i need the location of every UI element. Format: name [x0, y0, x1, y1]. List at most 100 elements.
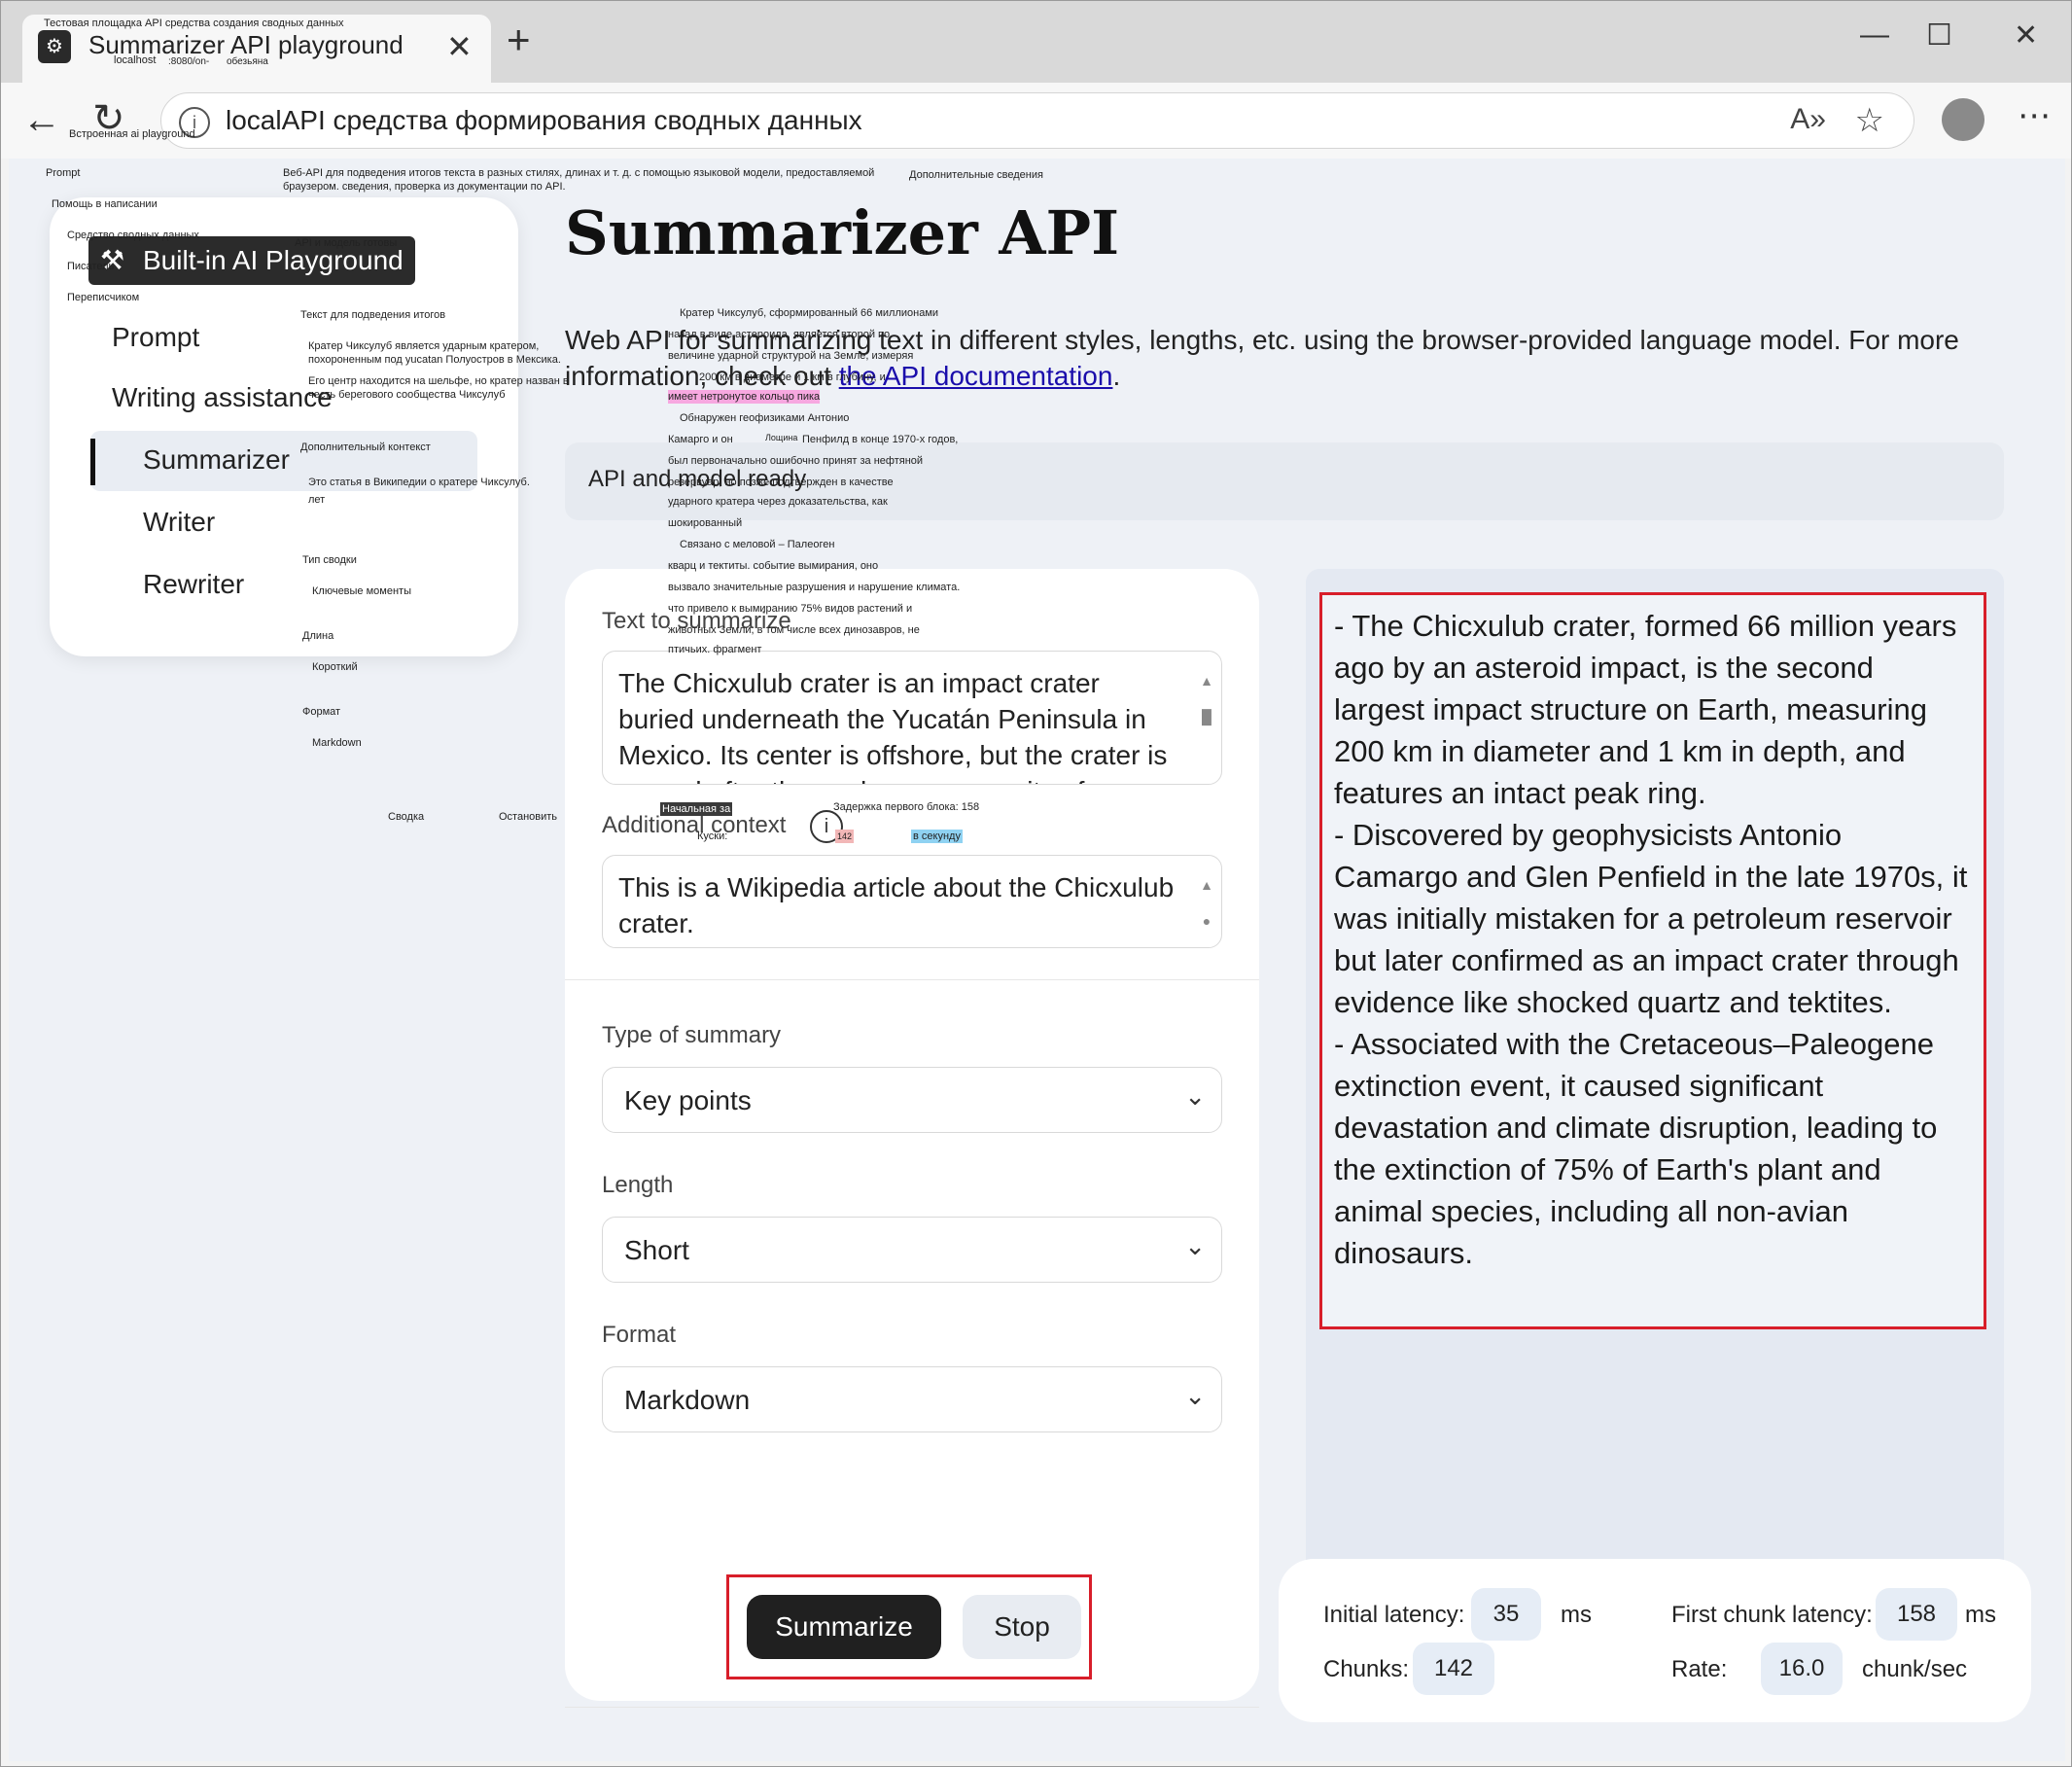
address-text: localAPI средства формирования сводных д…: [226, 105, 862, 135]
annotation-chunks-num: 142: [835, 830, 855, 843]
divider: [565, 979, 1259, 980]
annotation-chunks: Куски:: [697, 830, 728, 842]
close-tab-icon[interactable]: ✕: [446, 28, 473, 65]
annotation-out-ru: величине ударной структурой на Земле, из…: [668, 350, 914, 362]
context-input-value: This is a Wikipedia article about the Ch…: [618, 872, 1175, 938]
sidebar-item-rewriter[interactable]: Rewriter: [143, 569, 244, 600]
type-select[interactable]: Key points ⌄: [602, 1067, 1222, 1133]
annotation-rewriter: Переписчиком: [67, 292, 140, 303]
annotation-out-ru: имеет нетронутое кольцо пика: [668, 390, 821, 404]
annotation-extra-context: Дополнительный контекст: [300, 442, 431, 453]
first-chunk-unit: ms: [1965, 1602, 1996, 1628]
annotation-more-info: Дополнительные сведения: [909, 169, 1043, 181]
annotation-summarize: Сводка: [388, 811, 425, 823]
read-aloud-icon[interactable]: A»: [1790, 103, 1826, 136]
rate-label: Rate:: [1671, 1656, 1728, 1682]
page-viewport: ⚒ Built-in AI Playground Prompt Writing …: [9, 159, 2065, 1761]
sidebar-item-summarizer[interactable]: Summarizer: [143, 444, 290, 476]
annotation-out-ru: назад в виде астероида, является второй …: [668, 329, 891, 340]
stop-button[interactable]: Stop: [963, 1595, 1081, 1659]
annotation-api-ready: API и модель готовы: [295, 237, 398, 249]
new-tab-icon[interactable]: +: [507, 19, 531, 60]
context-scrollbar[interactable]: ▲●▼: [1200, 867, 1213, 947]
annotation-stop: Остановить: [499, 811, 558, 823]
sidebar-item-writing-assistance[interactable]: Writing assistance: [112, 382, 333, 413]
annotation-out-ru: резервуар, но позже подтвержден в качест…: [668, 477, 894, 488]
close-window-icon[interactable]: ✕: [2014, 18, 2038, 53]
back-arrow-icon[interactable]: ←: [22, 98, 61, 142]
annotation-out-ru: шокированный: [668, 517, 743, 529]
sidebar-active-indicator: [90, 439, 95, 485]
actions-divider: [565, 1707, 1259, 1708]
summary-output: - The Chicxulub crater, formed 66 millio…: [1319, 592, 1986, 1329]
annotation-context-ru: Это статья в Википедии о кратере Чиксулу…: [308, 477, 530, 488]
summarize-button[interactable]: Summarize: [747, 1595, 941, 1659]
annotation-writer: Писатель: [67, 261, 115, 272]
annotation-out-ru: Обнаружен геофизиками Антонио: [680, 412, 850, 424]
annotation-out-ru: что привело к вымиранию 75% видов растен…: [668, 603, 913, 615]
annotation-out-ru: птичьих. фрагмент: [668, 644, 762, 655]
chevron-down-icon: ⌄: [1184, 1381, 1206, 1410]
annotation-format: Формат: [302, 706, 341, 718]
length-select-value: Short: [624, 1235, 689, 1265]
annotation-prompt: Prompt: [46, 167, 81, 179]
format-select-value: Markdown: [624, 1385, 751, 1415]
annotation-text-ru-2: Его центр находится на шельфе, но кратер…: [308, 375, 569, 401]
sidebar: ⚒ Built-in AI Playground Prompt Writing …: [50, 197, 518, 656]
annotation-out-ru: вызвало значительные разрушения и наруше…: [668, 582, 961, 593]
text-input[interactable]: The Chicxulub crater is an impact crater…: [602, 651, 1222, 785]
initial-latency-label: Initial latency:: [1323, 1602, 1465, 1628]
text-scrollbar[interactable]: ▲█▼: [1200, 663, 1213, 784]
chevron-down-icon: ⌄: [1184, 1231, 1206, 1260]
annotation-out-ru: кварц и тектиты. событие вымирания, оно: [668, 560, 879, 572]
address-bar[interactable]: i localAPI средства формирования сводных…: [160, 92, 1914, 149]
type-select-value: Key points: [624, 1085, 752, 1115]
context-label: Additional context: [602, 812, 787, 838]
annotation-out-ru: Пенфилд в конце 1970-х годов,: [802, 434, 959, 445]
annotation-short: Короткий: [312, 661, 358, 673]
chunks-label: Chunks:: [1323, 1656, 1410, 1682]
first-chunk-value: 158: [1876, 1588, 1957, 1641]
intro-suffix: .: [1112, 361, 1121, 391]
annotation-page-title: Тестовая площадка API средства создания …: [44, 18, 344, 29]
summary-line: - Discovered by geophysicists Antonio Ca…: [1334, 818, 1968, 1019]
annotation-markdown: Markdown: [312, 737, 362, 749]
annotation-out-ru: Кратер Чиксулуб, сформированный 66 милли…: [680, 307, 939, 319]
maximize-icon[interactable]: ☐: [1926, 18, 1952, 53]
annotation-years: лет: [308, 494, 326, 506]
annotation-builtin: Встроенная ai playground: [69, 128, 195, 140]
annotation-out-ru: ударного кратера через доказательства, к…: [668, 496, 888, 508]
summary-line: - The Chicxulub crater, formed 66 millio…: [1334, 609, 1957, 810]
rate-value: 16.0: [1761, 1643, 1843, 1695]
annotation-text-label: Текст для подведения итогов: [300, 309, 446, 321]
more-menu-icon[interactable]: ⋯: [2018, 96, 2051, 135]
title-bar: ⚙ Summarizer API playground ✕ + — ☐ ✕: [1, 1, 2071, 83]
context-input[interactable]: This is a Wikipedia article about the Ch…: [602, 855, 1222, 948]
annotation-web-api: Веб-API для подведения итогов текста в р…: [283, 167, 875, 193]
annotation-host: localhost: [114, 54, 157, 66]
annotation-out-ru: животных Земли, в том числе всех динозав…: [668, 624, 920, 636]
annotation-writing-help: Помощь в написании: [52, 198, 158, 210]
length-label: Length: [602, 1172, 674, 1198]
minimize-icon[interactable]: —: [1860, 18, 1889, 52]
annotation-per-sec: в секунду: [911, 830, 963, 843]
profile-avatar[interactable]: [1942, 98, 1984, 141]
annotation-out-ru: Связано с меловой – Палеоген: [680, 539, 835, 550]
annotation-port: :8080/on-: [168, 56, 210, 67]
format-select[interactable]: Markdown ⌄: [602, 1366, 1222, 1432]
browser-window: ⚙ Summarizer API playground ✕ + — ☐ ✕ ← …: [0, 0, 2072, 1767]
playground-favicon-icon: ⚙: [38, 30, 71, 63]
annotation-key-points: Ключевые моменты: [312, 585, 411, 597]
favorite-star-icon[interactable]: ☆: [1855, 101, 1884, 140]
sidebar-item-writer[interactable]: Writer: [143, 507, 215, 538]
sidebar-item-prompt[interactable]: Prompt: [112, 322, 199, 353]
annotation-out-ru: Лощина: [765, 433, 798, 442]
metrics-card: Initial latency: 35 ms First chunk laten…: [1279, 1559, 2031, 1722]
input-card: Text to summarize The Chicxulub crater i…: [565, 569, 1259, 1708]
page-title: Summarizer API: [565, 197, 1120, 268]
actions-highlight-frame: Summarize Stop: [726, 1574, 1092, 1679]
length-select[interactable]: Short ⌄: [602, 1217, 1222, 1283]
annotation-initial-ms: Начальная за: [660, 802, 733, 816]
annotation-length: Длина: [302, 630, 334, 642]
annotation-summaries-tool: Средство сводных данных: [67, 230, 199, 241]
